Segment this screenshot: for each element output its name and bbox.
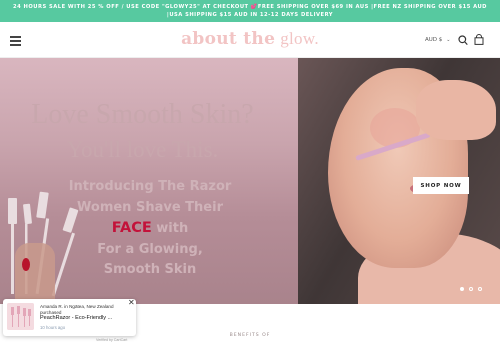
intro-line-4: For a Glowing, [97,241,203,257]
logo-text-light: glow. [280,29,319,48]
shop-now-button[interactable]: SHOP NOW [413,177,469,194]
hero-intro: Introducing The Razor Women Shave Their … [60,177,240,281]
model-hand [416,80,496,140]
announcement-bar: 24 HOURS SALE WITH 25 % OFF / USE CODE "… [0,0,500,22]
product-name-link[interactable]: PeachRazor - Eco-Friendly ... [40,315,130,321]
purchase-time: 10 hours ago [40,325,66,330]
site-header: about the glow. AUD $ ⌄ [0,22,500,58]
nail-decoration [22,258,30,271]
hero-title: Love Smooth Skin? [31,99,254,130]
verified-label: Verified by CartCart [96,338,128,342]
intro-with-word: with [156,221,189,236]
announcement-text: 24 HOURS SALE WITH 25 % OFF / USE CODE "… [13,4,487,18]
chevron-down-icon: ⌄ [446,37,451,43]
hero-photo-panel [298,58,500,304]
logo-text-bold: about the [181,29,276,49]
currency-label: AUD $ [425,37,443,43]
slide-indicators [460,287,490,293]
search-icon[interactable] [458,35,468,46]
intro-line-1: Introducing The Razor [68,179,232,194]
intro-line-3: FACE with [60,218,240,240]
hand-image [15,243,55,304]
hero-slideshow: Love Smooth Skin? You'll love This. Intr… [0,58,500,304]
buyer-info: Amanda R. in Ngātea, New Zealand purchas… [40,304,114,315]
slide-dot-2[interactable] [469,287,473,291]
slide-dot-1[interactable] [460,287,464,291]
product-thumbnail [7,303,34,330]
currency-selector[interactable]: AUD $ ⌄ [425,37,450,43]
purchase-notification[interactable]: Amanda R. in Ngātea, New Zealand purchas… [3,299,136,336]
close-icon[interactable]: ✕ [128,299,135,307]
intro-line-5: Smooth Skin [103,262,197,277]
hero-text-panel: Love Smooth Skin? You'll love This. Intr… [0,58,298,304]
intro-line-2: Women Shave Their [77,199,223,215]
cart-icon[interactable] [474,34,484,45]
hero-subtitle: You'll love This. [66,137,219,162]
slide-dot-3[interactable] [478,287,482,291]
intro-face-word: FACE [111,220,152,236]
